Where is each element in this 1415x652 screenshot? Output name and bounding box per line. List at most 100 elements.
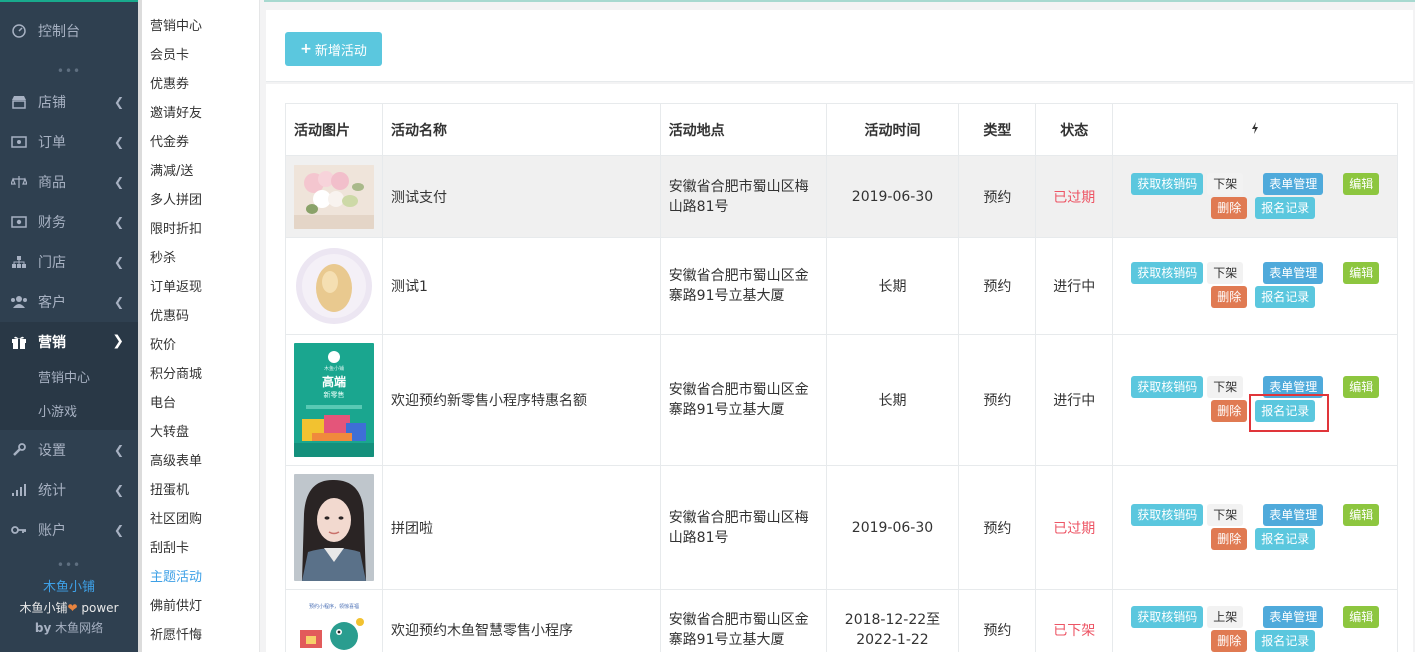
shelf-toggle-button[interactable]: 下架 xyxy=(1207,262,1244,284)
activity-image-cell xyxy=(285,155,383,238)
signup-records-button[interactable]: 报名记录 xyxy=(1255,629,1316,652)
submenu-item[interactable]: 订单返现 xyxy=(142,273,259,302)
activity-image-cell xyxy=(285,465,383,590)
submenu-item[interactable]: 优惠码 xyxy=(142,302,259,331)
finance-icon xyxy=(10,215,28,229)
form-manage-button[interactable]: 表单管理 xyxy=(1263,262,1324,284)
shelf-toggle-button[interactable]: 下架 xyxy=(1207,172,1244,195)
signup-records-button[interactable]: 报名记录 xyxy=(1255,196,1316,219)
submenu-item[interactable]: 扭蛋机 xyxy=(142,476,259,505)
submenu-item[interactable]: 满减/送 xyxy=(142,157,259,186)
nav-settings[interactable]: 设置 ❮ xyxy=(0,430,138,470)
delete-button[interactable]: 删除 xyxy=(1211,629,1248,652)
get-verify-code-button[interactable]: 获取核销码 xyxy=(1131,503,1204,526)
brand-by: by 木鱼网络 xyxy=(34,621,104,635)
store-icon xyxy=(10,255,28,269)
get-verify-code-button[interactable]: 获取核销码 xyxy=(1131,262,1204,284)
submenu-item-active[interactable]: 主题活动 xyxy=(142,563,259,592)
signup-records-button[interactable]: 报名记录 xyxy=(1255,286,1316,308)
shelf-toggle-button[interactable]: 上架 xyxy=(1207,605,1244,628)
edit-button[interactable]: 编辑 xyxy=(1343,172,1380,195)
submenu-item[interactable]: 秒杀 xyxy=(142,244,259,273)
nav-label: 账户 xyxy=(38,523,66,539)
chevron-down-icon: ❯ xyxy=(112,333,124,349)
shelf-toggle-button[interactable]: 下架 xyxy=(1207,503,1244,526)
bolt-icon xyxy=(1251,121,1259,138)
submenu-item[interactable]: 大转盘 xyxy=(142,418,259,447)
nav-dashboard[interactable]: 控制台 xyxy=(0,2,138,60)
submenu-item[interactable]: 社区团购 xyxy=(142,505,259,534)
brand-power: 木鱼小铺❤ power xyxy=(19,601,119,615)
form-manage-button[interactable]: 表单管理 xyxy=(1263,503,1324,526)
nav-store[interactable]: 门店 ❮ xyxy=(0,242,138,282)
nav-label: 店铺 xyxy=(38,95,66,111)
activity-name: 欢迎预约新零售小程序特惠名额 xyxy=(381,334,661,466)
activity-thumbnail[interactable] xyxy=(294,474,374,581)
activity-thumbnail[interactable] xyxy=(294,246,374,326)
submenu-item[interactable]: 邀请好友 xyxy=(142,99,259,128)
highlight-box xyxy=(1249,394,1330,432)
edit-button[interactable]: 编辑 xyxy=(1343,376,1380,398)
edit-button[interactable]: 编辑 xyxy=(1343,262,1380,284)
table-row: 测试支付 安徽省合肥市蜀山区梅 山路81号 2019-06-30 预约 已过期 获… xyxy=(285,155,1398,238)
nav-marketing[interactable]: 营销 ❯ xyxy=(0,322,138,362)
submenu-item[interactable]: 高级表单 xyxy=(142,447,259,476)
nav-goods[interactable]: 商品 ❮ xyxy=(0,162,138,202)
nav-customer[interactable]: 客户 ❮ xyxy=(0,282,138,322)
submenu-item[interactable]: 营销中心 xyxy=(142,12,259,41)
signup-records-button[interactable]: 报名记录 xyxy=(1255,527,1316,550)
shelf-toggle-button[interactable]: 下架 xyxy=(1207,376,1244,398)
delete-button[interactable]: 删除 xyxy=(1211,196,1248,219)
bar-chart-icon xyxy=(10,483,28,497)
submenu-item[interactable]: 电台 xyxy=(142,389,259,418)
activity-time: 2018-12-22至 2022-1-22 xyxy=(825,589,960,652)
get-verify-code-button[interactable]: 获取核销码 xyxy=(1131,376,1204,398)
submenu-item[interactable]: 佛前供灯 xyxy=(142,592,259,621)
col-header-location: 活动地点 xyxy=(659,103,827,156)
chevron-left-icon: ❮ xyxy=(113,215,124,229)
delete-button[interactable]: 删除 xyxy=(1211,286,1248,308)
activity-time: 长期 xyxy=(825,334,960,466)
submenu-item[interactable]: 限时折扣 xyxy=(142,215,259,244)
submenu-item[interactable]: 会员卡 xyxy=(142,41,259,70)
nav-order[interactable]: 订单 ❮ xyxy=(0,122,138,162)
activity-thumbnail[interactable]: 预约小程序，领惊喜福 xyxy=(294,600,374,652)
nav-sub-minigame[interactable]: 小游戏 xyxy=(0,396,138,430)
nav-sub-marketing-center[interactable]: 营销中心 xyxy=(0,362,138,396)
activity-panel: 活动图片 活动名称 活动地点 活动时间 类型 状态 测试支付 安徽省合肥市蜀山区… xyxy=(266,84,1413,652)
nav-dots: ••• xyxy=(56,558,82,572)
submenu-item[interactable]: 刮刮卡 xyxy=(142,534,259,563)
actions-cell: 获取核销码 下架 表单管理 编辑 删除 报名记录 xyxy=(1112,334,1398,466)
delete-button[interactable]: 删除 xyxy=(1211,527,1248,550)
chevron-left-icon: ❮ xyxy=(113,255,124,269)
submenu-item[interactable]: 祈愿忏悔 xyxy=(142,621,259,650)
activity-thumbnail[interactable]: 木鱼小铺 高端 新零售 xyxy=(294,343,374,457)
submenu-item[interactable]: 多人拼团 xyxy=(142,186,259,215)
edit-button[interactable]: 编辑 xyxy=(1343,605,1380,628)
edit-button[interactable]: 编辑 xyxy=(1343,503,1380,526)
nav-account[interactable]: 账户 ❮ xyxy=(0,510,138,550)
form-manage-button[interactable]: 表单管理 xyxy=(1263,605,1324,628)
nav-label: 门店 xyxy=(38,255,66,271)
submenu-item[interactable]: 优惠券 xyxy=(142,70,259,99)
submenu-item[interactable]: 积分商城 xyxy=(142,360,259,389)
form-manage-button[interactable]: 表单管理 xyxy=(1263,172,1324,195)
nav-stats[interactable]: 统计 ❮ xyxy=(0,470,138,510)
nav-finance[interactable]: 财务 ❮ xyxy=(0,202,138,242)
activity-status: 进行中 xyxy=(1035,334,1114,466)
submenu-item[interactable]: 代金券 xyxy=(142,128,259,157)
activity-status: 已过期 xyxy=(1035,155,1114,238)
get-verify-code-button[interactable]: 获取核销码 xyxy=(1131,172,1204,195)
submenu-item[interactable]: 砍价 xyxy=(142,331,259,360)
nav-shop[interactable]: 店铺 ❮ xyxy=(0,82,138,122)
add-activity-button[interactable]: + 新增活动 xyxy=(285,32,382,66)
nav-label: 营销 xyxy=(38,335,66,351)
get-verify-code-button[interactable]: 获取核销码 xyxy=(1131,605,1204,628)
activity-time: 2019-06-30 xyxy=(825,155,960,238)
brand-footer: 木鱼小铺 木鱼小铺❤ power by 木鱼网络 xyxy=(0,578,138,638)
table-header: 活动图片 活动名称 活动地点 活动时间 类型 状态 xyxy=(285,103,1398,156)
nav-label: 统计 xyxy=(38,483,66,499)
activity-thumbnail[interactable] xyxy=(294,164,374,229)
delete-button[interactable]: 删除 xyxy=(1211,400,1248,422)
gift-icon xyxy=(10,335,28,349)
